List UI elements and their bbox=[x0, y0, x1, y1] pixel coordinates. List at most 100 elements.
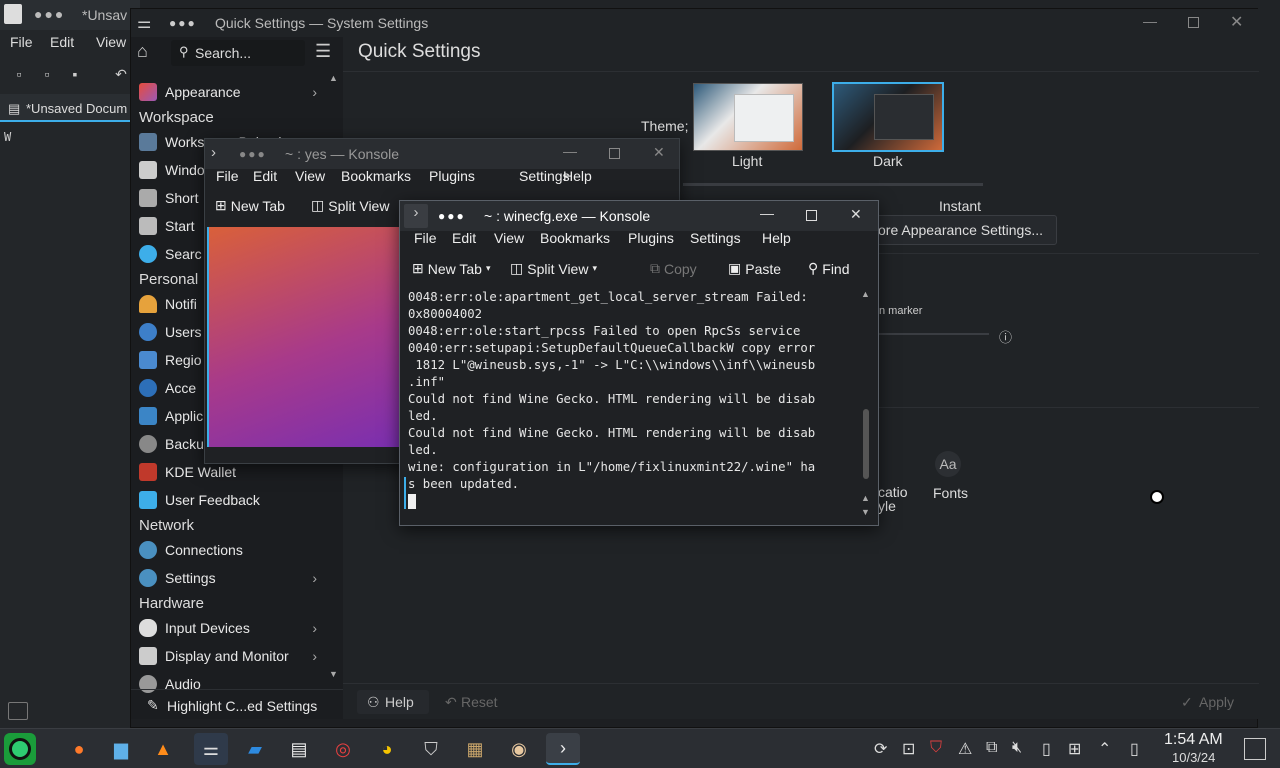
slider-track[interactable] bbox=[879, 333, 989, 335]
apply-button[interactable]: ✓ Apply bbox=[1173, 690, 1253, 714]
info-icon[interactable]: ⓘ bbox=[999, 327, 1012, 346]
scroll-down-icon[interactable]: ▼ bbox=[329, 669, 338, 679]
kate-editor-text[interactable]: W bbox=[4, 130, 11, 144]
clipboard-icon[interactable]: ⧉ bbox=[986, 739, 997, 757]
sidebar-item-appearance[interactable]: Appearance › bbox=[137, 79, 327, 105]
volume-muted-icon[interactable]: 🔇︎ bbox=[1012, 739, 1022, 757]
sidebar-item-connections[interactable]: Connections bbox=[137, 537, 327, 563]
archive-icon[interactable]: ▦ bbox=[458, 733, 492, 765]
undo-icon[interactable]: ↶ bbox=[110, 66, 132, 88]
device-icon[interactable]: ⊞ bbox=[1068, 739, 1081, 759]
notice-icon[interactable]: ⚠ bbox=[958, 739, 972, 759]
phone-icon[interactable]: ▯ bbox=[1130, 739, 1139, 759]
shield-icon[interactable]: ⛉ bbox=[414, 733, 448, 765]
open-file-icon[interactable]: ▫ bbox=[36, 66, 58, 88]
konsole-yes-menu-view[interactable]: View bbox=[295, 168, 325, 184]
home-icon[interactable]: ⌂ bbox=[137, 41, 148, 62]
scroll-up-icon[interactable]: ▲ bbox=[861, 289, 870, 299]
find-button[interactable]: ⚲ Find bbox=[808, 260, 850, 277]
vlc-icon[interactable]: ▲ bbox=[146, 733, 180, 765]
save-icon[interactable]: ▪ bbox=[64, 66, 86, 88]
konsole-yes-terminal[interactable] bbox=[207, 227, 401, 447]
konsole-menu-help[interactable]: Help bbox=[762, 230, 791, 246]
theme-preview-dark[interactable] bbox=[832, 82, 944, 152]
expand-tray-icon[interactable]: ⌃ bbox=[1098, 739, 1111, 759]
konsole-yes-split-view-button[interactable]: ◫ Split View bbox=[311, 197, 389, 214]
discover-icon[interactable]: ▰ bbox=[238, 733, 272, 765]
sidebar-item-network-settings[interactable]: Settings › bbox=[137, 565, 327, 591]
terminal-scrollbar[interactable]: ▲ ▲ ▼ bbox=[860, 289, 872, 519]
files-icon[interactable]: ▆ bbox=[104, 733, 138, 765]
close-icon[interactable]: ✕ bbox=[653, 144, 665, 161]
minimize-icon[interactable]: — bbox=[1143, 13, 1157, 29]
konsole-menu-bookmarks[interactable]: Bookmarks bbox=[540, 230, 610, 246]
minimize-icon[interactable]: — bbox=[760, 205, 774, 221]
security-shield-icon[interactable]: ⛉ bbox=[930, 739, 942, 757]
scroll-up-icon[interactable]: ▲ bbox=[329, 73, 338, 83]
close-icon[interactable]: ✕ bbox=[1230, 12, 1243, 32]
show-desktop-icon[interactable] bbox=[1244, 738, 1266, 760]
help-button[interactable]: ⚇ Help bbox=[357, 690, 429, 714]
konsole-yes-titlebar[interactable]: › ●●● ~ : yes — Konsole — ✕ bbox=[205, 139, 679, 169]
maximize-icon[interactable] bbox=[1188, 17, 1199, 28]
document-icon[interactable]: ▤ bbox=[282, 733, 316, 765]
konsole-yes-menu-edit[interactable]: Edit bbox=[253, 168, 277, 184]
fonts-icon[interactable]: Aa bbox=[935, 451, 961, 477]
terminal-output[interactable]: 0048:err:ole:apartment_get_local_server_… bbox=[408, 289, 856, 511]
paste-button[interactable]: ▣ Paste bbox=[728, 260, 781, 277]
kate-document-tab[interactable]: ▤ *Unsaved Docum bbox=[0, 94, 140, 122]
settings-icon[interactable]: ⚌ bbox=[194, 733, 228, 765]
copy-button[interactable]: ⧉ Copy bbox=[650, 260, 697, 277]
reset-button[interactable]: ↶ Reset bbox=[435, 690, 507, 714]
kate-menu-view[interactable]: View bbox=[96, 34, 126, 50]
new-tab-button[interactable]: ⊞ New Tab ▾ bbox=[412, 260, 490, 277]
highlight-changed-settings-button[interactable]: ✎ Highlight C...ed Settings bbox=[131, 689, 343, 719]
konsole-menu-view[interactable]: View bbox=[494, 230, 524, 246]
kate-menu-edit[interactable]: Edit bbox=[50, 34, 74, 50]
konsole-menu-file[interactable]: File bbox=[414, 230, 437, 246]
eye-icon[interactable]: ◉ bbox=[502, 733, 536, 765]
shortcut-fonts-label[interactable]: Fonts bbox=[933, 485, 968, 501]
kate-titlebar[interactable]: ●●● *Unsav bbox=[0, 0, 140, 30]
hamburger-menu-icon[interactable]: ☰ bbox=[315, 41, 331, 62]
scrollbar-thumb[interactable] bbox=[863, 409, 869, 479]
konsole-menu-plugins[interactable]: Plugins bbox=[628, 230, 674, 246]
more-appearance-settings-button[interactable]: ore Appearance Settings... bbox=[871, 215, 1057, 245]
theme-preview-light[interactable] bbox=[693, 83, 803, 151]
sidebar-item-input-devices[interactable]: Input Devices › bbox=[137, 615, 327, 641]
new-file-icon[interactable]: ▫ bbox=[8, 66, 30, 88]
maximize-icon[interactable] bbox=[806, 210, 817, 221]
scroll-down-icon[interactable]: ▼ bbox=[861, 507, 870, 517]
sidebar-toggle-icon[interactable] bbox=[8, 702, 28, 720]
konsole-yes-menu-plugins[interactable]: Plugins bbox=[429, 168, 475, 184]
sidebar-item-display[interactable]: Display and Monitor › bbox=[137, 643, 327, 669]
settings-titlebar[interactable]: ⚌ ●●● Quick Settings — System Settings —… bbox=[131, 9, 1259, 37]
firefox-icon[interactable]: ● bbox=[62, 733, 96, 765]
konsole-yes-menu-settings[interactable]: Settings bbox=[519, 168, 570, 184]
animation-speed-slider[interactable] bbox=[683, 183, 983, 186]
konsole-menu-settings[interactable]: Settings bbox=[690, 230, 741, 246]
app-menu-button[interactable] bbox=[4, 733, 36, 765]
network-activity-icon[interactable]: ⟳ bbox=[874, 739, 887, 759]
scroll-down-icon[interactable]: ▲ bbox=[861, 493, 870, 503]
konsole-yes-menu-help[interactable]: Help bbox=[563, 168, 592, 184]
konsole-yes-menu-bookmarks[interactable]: Bookmarks bbox=[341, 168, 411, 184]
search-input[interactable]: ⚲ Search... bbox=[171, 40, 305, 66]
updates-icon[interactable]: ⊡ bbox=[902, 739, 915, 759]
lifebuoy-icon[interactable]: ◎ bbox=[326, 733, 360, 765]
konsole-menu-edit[interactable]: Edit bbox=[452, 230, 476, 246]
konsole-winecfg-titlebar[interactable]: › ●●● ~ : winecfg.exe — Konsole — ✕ bbox=[400, 201, 878, 231]
battery-icon[interactable]: ▯ bbox=[1042, 739, 1051, 759]
maximize-icon[interactable] bbox=[609, 148, 620, 159]
konsole-icon[interactable]: › bbox=[546, 733, 580, 765]
pacman-icon[interactable]: ◕ bbox=[370, 733, 404, 765]
konsole-yes-menu-file[interactable]: File bbox=[216, 168, 239, 184]
clock-date[interactable]: 10/3/24 bbox=[1172, 750, 1215, 765]
konsole-yes-new-tab-button[interactable]: ⊞ New Tab bbox=[215, 197, 285, 214]
close-icon[interactable]: ✕ bbox=[850, 206, 862, 223]
minimize-icon[interactable]: — bbox=[563, 143, 577, 159]
split-view-button[interactable]: ◫ Split View ▾ bbox=[510, 260, 597, 277]
sidebar-item-user-feedback[interactable]: User Feedback bbox=[137, 487, 327, 513]
clock-time[interactable]: 1:54 AM bbox=[1164, 731, 1223, 749]
shortcut-decoration-style-label[interactable]: catio yle bbox=[878, 485, 908, 513]
